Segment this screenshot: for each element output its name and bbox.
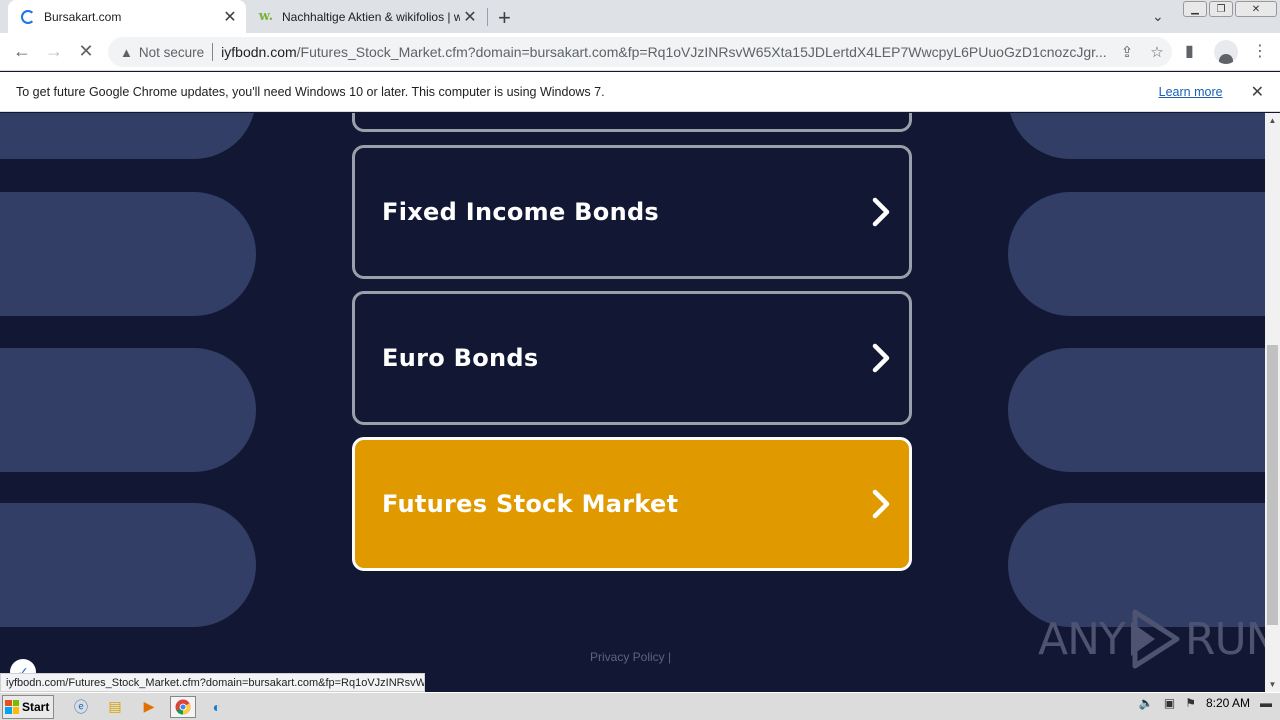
update-infobar: To get future Google Chrome updates, you…	[0, 72, 1280, 112]
decorative-pill	[0, 348, 256, 472]
tab-divider	[487, 8, 488, 26]
tab-search-icon[interactable]: ⌄	[1152, 8, 1164, 25]
wikifolio-favicon-icon: w.	[258, 9, 274, 24]
windows-logo-icon	[5, 699, 19, 714]
restore-icon[interactable]: ❐	[1209, 1, 1233, 17]
media-player-icon[interactable]: ▶	[136, 696, 162, 718]
side-panel-icon[interactable]: ▮	[1185, 41, 1194, 61]
card-label: Fixed Income Bonds	[382, 198, 660, 226]
start-button[interactable]: Start	[2, 694, 54, 719]
decorative-pill	[0, 113, 256, 159]
edge-icon[interactable]: ◐	[204, 696, 230, 718]
profile-avatar-icon[interactable]	[1214, 40, 1238, 64]
chevron-right-icon	[853, 338, 909, 378]
tab-close-icon[interactable]: ✕	[460, 7, 480, 27]
minimize-icon[interactable]: ▁	[1183, 1, 1207, 17]
watermark-right: RUN	[1184, 613, 1265, 665]
internet-explorer-icon[interactable]: ⓔ	[68, 696, 94, 718]
decorative-pill	[0, 192, 256, 316]
footer: Privacy Policy |	[590, 650, 671, 664]
tab-title: Bursakart.com	[44, 9, 122, 24]
chrome-icon[interactable]	[170, 695, 196, 718]
scroll-down-icon[interactable]: ▼	[1265, 680, 1280, 689]
security-label[interactable]: Not secure	[139, 45, 204, 60]
tab-bursakart[interactable]: Bursakart.com ✕	[8, 0, 246, 33]
tab-close-icon[interactable]: ✕	[220, 7, 240, 27]
chevron-right-icon	[853, 192, 909, 232]
url-text[interactable]: iyfbodn.com/Futures_Stock_Market.cfm?dom…	[221, 44, 1112, 60]
status-url-bubble: iyfbodn.com/Futures_Stock_Market.cfm?dom…	[0, 673, 425, 692]
new-tab-button[interactable]: +	[498, 5, 511, 31]
privacy-policy-link[interactable]: Privacy Policy	[590, 650, 665, 664]
watermark-left: ANY	[1038, 613, 1126, 665]
link-card-partial[interactable]	[352, 113, 912, 132]
tab-title: Nachhaltige Aktien & wikifolios | wikifo…	[282, 9, 460, 24]
bookmark-star-icon[interactable]: ☆	[1142, 43, 1172, 61]
decorative-pill	[1008, 348, 1265, 472]
page-content: Fixed Income Bonds Euro Bonds Futures St…	[0, 113, 1265, 692]
infobar-message: To get future Google Chrome updates, you…	[16, 84, 605, 99]
scroll-up-icon[interactable]: ▲	[1265, 116, 1280, 125]
action-center-flag-icon[interactable]: ⚑	[1185, 696, 1196, 710]
start-label: Start	[22, 699, 50, 714]
address-bar[interactable]: ▲ Not secure iyfbodn.com/Futures_Stock_M…	[108, 37, 1172, 67]
footer-separator: |	[668, 650, 672, 664]
show-desktop-icon[interactable]: ▬	[1260, 696, 1272, 710]
decorative-pill	[1008, 113, 1265, 159]
decorative-pill	[1008, 192, 1265, 316]
card-label: Futures Stock Market	[382, 490, 679, 518]
volume-icon[interactable]: 🔈	[1139, 696, 1154, 710]
forward-button[interactable]: →	[43, 41, 65, 62]
omnibox-divider	[212, 43, 214, 61]
card-label: Euro Bonds	[382, 344, 539, 372]
windows-taskbar: Start ⓔ ▤ ▶ ◐ 🔈 ▣ ⚑ 8:20 AM ▬	[0, 692, 1280, 720]
clock[interactable]: 8:20 AM	[1206, 696, 1250, 710]
scroll-thumb[interactable]	[1267, 345, 1278, 625]
link-card-fixed-income-bonds[interactable]: Fixed Income Bonds	[352, 145, 912, 279]
link-card-euro-bonds[interactable]: Euro Bonds	[352, 291, 912, 425]
page-scrollbar[interactable]: ▲ ▼	[1265, 113, 1280, 692]
tab-strip: Bursakart.com ✕ w. Nachhaltige Aktien & …	[0, 0, 1280, 33]
stop-button[interactable]: ✕	[75, 41, 97, 62]
warning-icon[interactable]: ▲	[120, 45, 133, 60]
file-explorer-icon[interactable]: ▤	[102, 696, 128, 718]
chevron-right-icon	[853, 484, 909, 524]
decorative-pill	[0, 503, 256, 627]
window-controls: ▁ ❐ ✕	[1183, 1, 1277, 17]
browser-toolbar: ← → ✕ ▲ Not secure iyfbodn.com/Futures_S…	[0, 33, 1280, 71]
loading-spinner-icon	[20, 9, 36, 25]
menu-kebab-icon[interactable]: ⋮	[1252, 41, 1268, 61]
network-icon[interactable]: ▣	[1164, 696, 1175, 710]
link-card-futures-stock-market[interactable]: Futures Stock Market	[352, 437, 912, 571]
learn-more-link[interactable]: Learn more	[1159, 85, 1223, 99]
url-host: iyfbodn.com	[221, 44, 297, 60]
system-tray: 🔈 ▣ ⚑ 8:20 AM ▬	[1139, 696, 1272, 710]
window-close-icon[interactable]: ✕	[1235, 1, 1277, 17]
play-triangle-icon	[1130, 609, 1180, 669]
back-button[interactable]: ←	[11, 41, 33, 62]
tab-wikifolio[interactable]: w. Nachhaltige Aktien & wikifolios | wik…	[248, 0, 486, 33]
share-icon[interactable]: ⇪	[1112, 43, 1142, 61]
url-path: /Futures_Stock_Market.cfm?domain=bursaka…	[296, 44, 1107, 60]
infobar-close-icon[interactable]: ✕	[1251, 82, 1264, 102]
anyrun-watermark: ANY RUN	[1038, 608, 1265, 670]
